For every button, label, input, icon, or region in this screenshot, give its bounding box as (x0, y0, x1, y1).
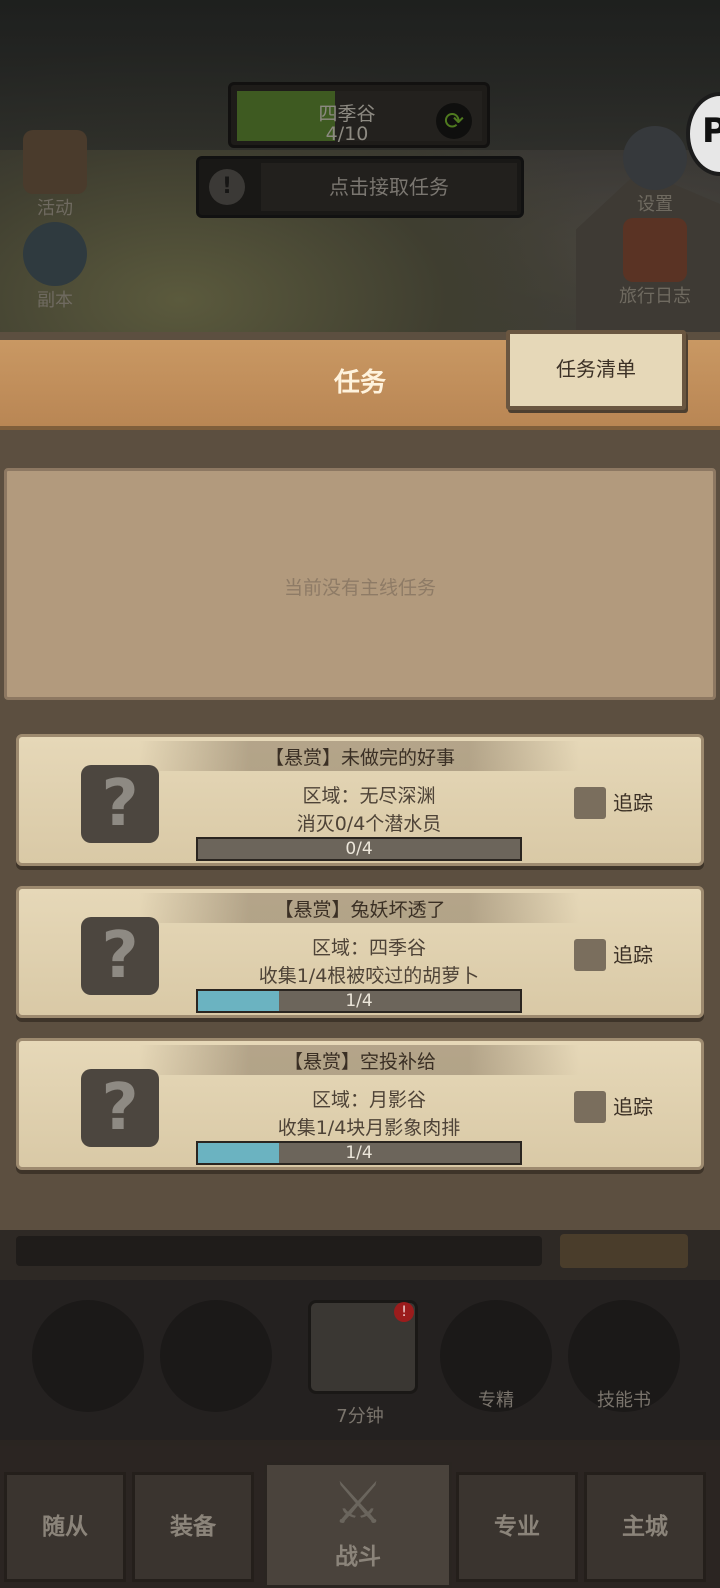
quest-card[interactable]: 【悬赏】未做完的好事 ? 区域：无尽深渊 消灭0/4个潜水员 追踪 0/4 (16, 734, 704, 866)
refresh-icon[interactable]: ⟳ (436, 103, 472, 139)
unknown-question-icon: ? (81, 917, 159, 995)
bread-icon[interactable] (160, 1300, 272, 1412)
quest-objective: 收集1/4块月影象肉排 (277, 1117, 461, 1139)
quest-region: 区域：无尽深渊 (302, 785, 436, 807)
nav-battle-label: 战斗 (335, 1544, 381, 1570)
skill-book-label: 技能书 (597, 1390, 651, 1411)
track-label[interactable]: 追踪 (613, 1091, 653, 1120)
quest-objective: 收集1/4根被咬过的胡萝卜 (258, 965, 480, 987)
accept-task-label: 点击接取任务 (261, 163, 517, 211)
nav-main-city[interactable]: 主城 (584, 1472, 706, 1582)
main-quest-empty-text: 当前没有主线任务 (283, 577, 436, 599)
dungeon-button[interactable]: 副本 (10, 222, 100, 312)
track-label[interactable]: 追踪 (613, 787, 653, 816)
quest-progress-bar: 0/4 (196, 837, 522, 861)
crossed-swords-icon: ⚔ (332, 1469, 384, 1537)
quest-progress-bar: 1/4 (196, 989, 522, 1013)
quest-card[interactable]: 【悬赏】空投补给 ? 区域：月影谷 收集1/4块月影象肉排 追踪 1/4 (16, 1038, 704, 1170)
track-checkbox[interactable] (574, 1091, 606, 1123)
journal-button[interactable]: 旅行日志 (610, 218, 700, 308)
zone-progress-bar: 四季谷 4/10 ⟳ (237, 91, 482, 145)
main-quest-box: 当前没有主线任务 (4, 468, 716, 700)
nav-battle[interactable]: ⚔ 战斗 (264, 1462, 452, 1588)
quest-progress-text: 1/4 (345, 1143, 373, 1163)
quest-card[interactable]: 【悬赏】兔妖坏透了 ? 区域：四季谷 收集1/4根被咬过的胡萝卜 追踪 1/4 (16, 886, 704, 1018)
quest-region: 区域：四季谷 (311, 937, 426, 959)
chest-timer: 7分钟 (336, 1406, 384, 1427)
quest-objective: 消灭0/4个潜水员 (296, 813, 442, 835)
dungeon-label: 副本 (37, 290, 73, 311)
track-checkbox[interactable] (574, 939, 606, 971)
scroll-icon (23, 130, 87, 194)
chat-send-button[interactable] (560, 1234, 688, 1268)
specialty-label: 专精 (478, 1390, 514, 1411)
nav-followers[interactable]: 随从 (4, 1472, 126, 1582)
zone-name: 四季谷 (318, 103, 376, 125)
alert-icon: ! (209, 169, 245, 205)
task-list-tab[interactable]: 任务清单 (506, 330, 686, 410)
unknown-question-icon: ? (81, 1069, 159, 1147)
zone-progress-text: 4/10 (325, 123, 369, 145)
chat-bar[interactable] (16, 1236, 542, 1266)
unknown-question-icon: ? (81, 765, 159, 843)
quest-progress-text: 1/4 (345, 991, 373, 1011)
nav-equipment[interactable]: 装备 (132, 1472, 254, 1582)
accept-task-button[interactable]: ! 点击接取任务 (196, 156, 524, 218)
nav-profession[interactable]: 专业 (456, 1472, 578, 1582)
track-checkbox[interactable] (574, 787, 606, 819)
quest-progress-bar: 1/4 (196, 1141, 522, 1165)
track-label[interactable]: 追踪 (613, 939, 653, 968)
bottom-strip (0, 1230, 720, 1280)
notification-badge: ! (394, 1302, 414, 1322)
zone-progress-box[interactable]: 四季谷 4/10 ⟳ (228, 82, 490, 148)
activity-label: 活动 (37, 198, 73, 219)
portal-icon (23, 222, 87, 286)
quest-progress-text: 0/4 (345, 839, 373, 859)
potion-icon[interactable] (32, 1300, 144, 1412)
quest-region: 区域：月影谷 (311, 1089, 426, 1111)
book-icon (623, 218, 687, 282)
settings-label: 设置 (637, 194, 673, 215)
gear-icon (623, 126, 687, 190)
activity-button[interactable]: 活动 (10, 130, 100, 220)
journal-label: 旅行日志 (619, 286, 691, 307)
